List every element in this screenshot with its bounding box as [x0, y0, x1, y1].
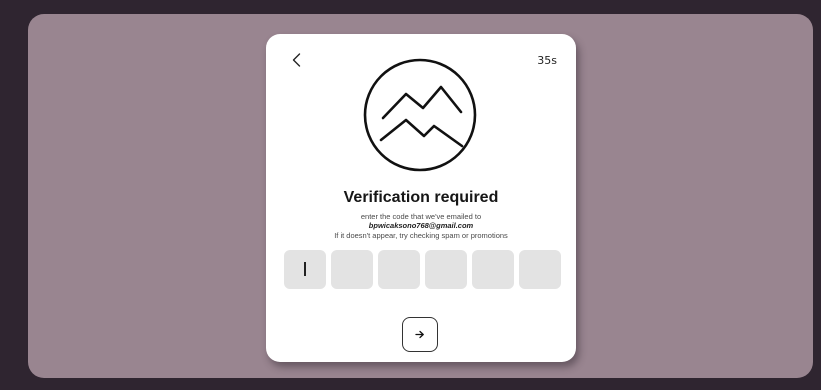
spam-hint-text: If it doesn't appear, try checking spam …	[334, 231, 508, 240]
next-button[interactable]	[402, 317, 438, 352]
mountain-logo-icon	[363, 58, 477, 172]
instruction-text: enter the code that we've emailed to	[360, 212, 482, 221]
otp-digit-2[interactable]	[331, 250, 373, 289]
otp-digit-1[interactable]	[284, 250, 326, 289]
otp-digit-5[interactable]	[472, 250, 514, 289]
otp-digit-4[interactable]	[425, 250, 467, 289]
arrow-right-icon	[415, 330, 424, 339]
countdown-timer: 35s	[537, 54, 557, 67]
otp-digit-3[interactable]	[378, 250, 420, 289]
back-button[interactable]	[286, 49, 306, 71]
otp-input-group	[284, 250, 561, 289]
page-title: Verification required	[343, 189, 499, 206]
background-panel: 35s Verification required enter the code…	[28, 14, 813, 378]
email-address: bpwicaksono768@gmail.com	[368, 221, 474, 230]
otp-digit-6[interactable]	[519, 250, 561, 289]
chevron-left-icon	[292, 53, 300, 67]
verification-card: 35s Verification required enter the code…	[266, 34, 576, 362]
